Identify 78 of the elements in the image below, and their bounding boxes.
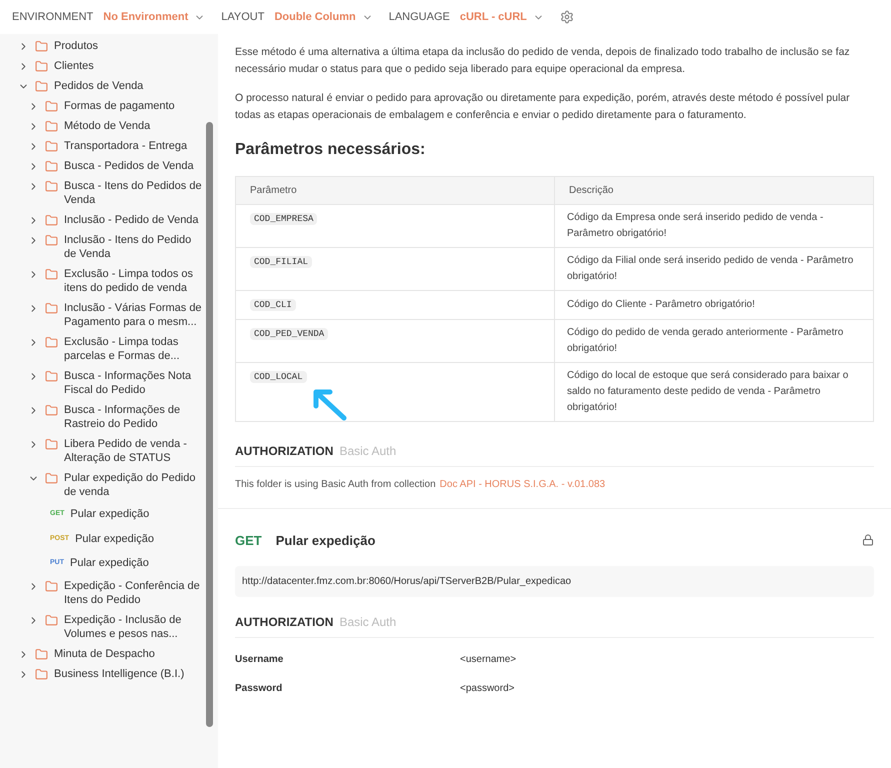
request-title: Pular expedição xyxy=(276,532,376,550)
folder-item[interactable]: Produtos xyxy=(54,39,194,53)
folder-icon xyxy=(45,160,58,173)
folder-icon xyxy=(45,438,58,451)
folder-item[interactable]: Clientes xyxy=(54,59,194,73)
section-title: AUTHORIZATION xyxy=(235,614,334,631)
folder-icon xyxy=(35,40,48,53)
folder-icon xyxy=(35,80,48,93)
folder-icon xyxy=(45,404,58,417)
folder-item[interactable]: Formas de pagamento xyxy=(64,99,204,113)
method-label: GET xyxy=(235,532,262,550)
description-paragraph: Esse método é uma alternativa a última etapa da inclusão do pedido de venda, depois de finalizado todo trabalho de inclusão se faz necessário mudar o status para que o pedido seja liberado para equipe operacional da empresa. xyxy=(235,45,851,77)
folder-item[interactable]: Business Intelligence (B.I.) xyxy=(54,666,194,680)
parameter-code: COD_LOCAL xyxy=(250,370,307,382)
table-cell: Código da Filial onde será inserido pedido de venda - Parâmetro obrigatório! xyxy=(554,248,874,290)
table-cell: Código da Empresa onde será inserido pedido de venda - Parâmetro obrigatório! xyxy=(554,204,874,248)
lock-icon[interactable] xyxy=(862,534,874,546)
folder-icon xyxy=(45,234,58,247)
parameter-code: COD_PED_VENDA xyxy=(250,328,328,340)
column-header: Parâmetro xyxy=(236,176,554,204)
field-value: <username> xyxy=(460,653,516,667)
request-item[interactable]: Pular expedição xyxy=(70,506,150,522)
folder-icon xyxy=(45,370,58,383)
setting-label: ENVIRONMENT xyxy=(12,10,94,25)
column-header: Descrição xyxy=(554,176,874,204)
folder-icon xyxy=(45,614,58,626)
table-cell: Código do local de estoque que será considerado para baixar o saldo no faturamento deste pedido de venda - Parâmetro obrigatório! xyxy=(554,362,874,421)
description-paragraph: O processo natural é enviar o pedido para aprovação ou diretamente para expedição, porém, através deste método é possível pular todas as etapas operacionais de embalagem e conferência e enviar o pedido diretamente para o faturamento. xyxy=(235,91,851,123)
folder-item[interactable]: Inclusão - Várias Formas de Pagamento para o mesm... xyxy=(64,301,204,329)
folder-item[interactable]: Expedição - Inclusão de Volumes e pesos nas... xyxy=(64,612,204,640)
auth-type: Basic Auth xyxy=(339,614,396,631)
table-cell: Código do Cliente - Parâmetro obrigatório! xyxy=(554,290,874,319)
folder-icon xyxy=(45,214,58,227)
folder-item[interactable]: Busca - Informações de Rastreio do Pedido xyxy=(64,403,204,431)
table-cell: Código do pedido de venda gerado anteriormente - Parâmetro obrigatório! xyxy=(554,319,874,362)
folder-item[interactable]: Expedição - Conferência de Itens do Pedido xyxy=(64,578,204,606)
folder-icon xyxy=(45,472,58,485)
folder-item[interactable]: Minuta de Despacho xyxy=(54,646,194,660)
settings-icon[interactable] xyxy=(560,10,574,24)
folder-icon xyxy=(45,180,58,193)
folder-icon xyxy=(35,648,48,660)
folder-item[interactable]: Libera Pedido de venda - Alteração de STATUS xyxy=(64,437,204,465)
parameter-code: COD_FILIAL xyxy=(250,256,312,268)
folder-icon xyxy=(45,140,58,153)
section-heading: Parâmetros necessários: xyxy=(235,140,426,160)
field-value: <password> xyxy=(460,682,514,696)
url-field: http://datacenter.fmz.com.br:8060/Horus/api/TServerB2B/Pular_expedicao xyxy=(235,566,874,597)
section-title: AUTHORIZATION xyxy=(235,442,334,460)
setting-label: LAYOUT xyxy=(221,10,264,25)
folder-item[interactable]: Método de Venda xyxy=(64,119,204,133)
folder-item[interactable]: Exclusão - Limpa todos os itens do pedido de venda xyxy=(64,267,204,295)
scrollbar-thumb[interactable] xyxy=(206,122,213,727)
auth-note: This folder is using Basic Auth from collection xyxy=(235,478,436,492)
folder-icon xyxy=(35,60,48,73)
folder-icon xyxy=(35,668,48,680)
folder-item[interactable]: Exclusão - Limpa todas parcelas e Formas de... xyxy=(64,335,204,363)
folder-icon xyxy=(45,336,58,349)
request-item[interactable]: Pular expedição xyxy=(75,530,154,547)
folder-item[interactable]: Busca - Itens do Pedidos de Venda xyxy=(64,179,204,207)
folder-item[interactable]: Pular expedição do Pedido de venda xyxy=(64,471,204,499)
folder-item[interactable]: Inclusão - Pedido de Venda xyxy=(64,213,204,227)
folder-item[interactable]: Busca - Informações Nota Fiscal do Pedido xyxy=(64,369,204,397)
request-item[interactable]: Pular expedição xyxy=(70,555,149,572)
parameter-code: COD_CLI xyxy=(250,299,296,311)
folder-icon xyxy=(45,120,58,133)
folder-icon xyxy=(45,580,58,592)
field-key: Password xyxy=(235,681,460,696)
folder-icon xyxy=(45,100,58,113)
folder-item[interactable]: Transportadora - Entrega xyxy=(64,139,204,153)
parameter-code: COD_EMPRESA xyxy=(250,213,318,225)
folder-icon xyxy=(45,268,58,281)
folder-item[interactable]: Busca - Pedidos de Venda xyxy=(64,159,204,173)
folder-item[interactable]: Pedidos de Venda xyxy=(54,79,194,93)
folder-icon xyxy=(45,302,58,315)
folder-item[interactable]: Inclusão - Itens do Pedido de Venda xyxy=(64,233,204,261)
field-key: Username xyxy=(235,652,460,667)
setting-label: LANGUAGE xyxy=(388,10,450,25)
auth-type: Basic Auth xyxy=(339,442,396,460)
